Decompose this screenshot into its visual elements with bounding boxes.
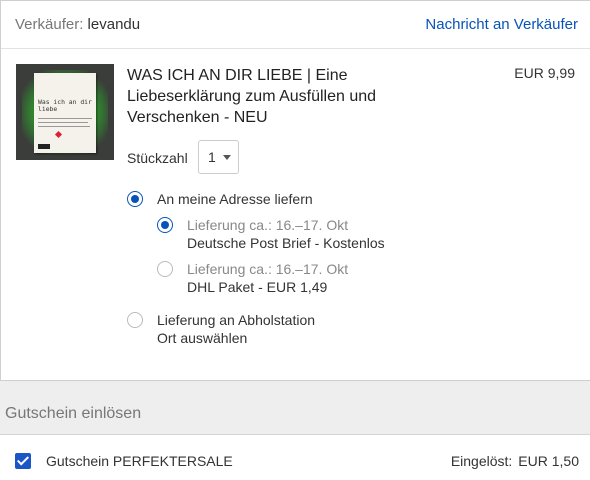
coupon-status-label: Eingelöst: xyxy=(450,453,513,469)
chevron-down-icon xyxy=(223,155,231,160)
seller-label-text: Verkäufer: xyxy=(15,16,84,33)
shipping-eta-2: Lieferung ca.: 16.–17. Okt xyxy=(187,261,349,277)
item-thumbnail[interactable]: Was ich an dir liebe xyxy=(16,64,114,160)
seller-label: Verkäufer: levandu xyxy=(15,16,140,33)
seller-item-card: Verkäufer: levandu Nachricht an Verkäufe… xyxy=(0,0,590,381)
coupon-heading: Gutschein einlösen xyxy=(5,405,142,422)
seller-name: levandu xyxy=(87,16,141,33)
coupon-amount: EUR 1,50 xyxy=(518,453,579,469)
publisher-logo xyxy=(38,144,50,149)
item-title[interactable]: WAS ICH AN DIR LIEBE | Eine Liebeserklär… xyxy=(127,65,417,128)
shipping-method-1: Deutsche Post Brief - Kostenlos xyxy=(187,235,385,251)
radio-pickup-station[interactable] xyxy=(127,312,143,328)
coupon-row: Gutschein PERFEKTERSALE Eingelöst: EUR 1,… xyxy=(0,434,590,480)
contact-seller-link[interactable]: Nachricht an Verkäufer xyxy=(425,16,578,33)
shipping-method-2: DHL Paket - EUR 1,49 xyxy=(187,279,328,295)
pickup-station-label: Lieferung an Abholstation xyxy=(157,312,316,328)
quantity-select[interactable]: 1 xyxy=(198,140,239,174)
heart-icon xyxy=(54,130,63,139)
coupon-status: Eingelöst: EUR 1,50 xyxy=(451,453,579,469)
shipping-eta-1: Lieferung ca.: 16.–17. Okt xyxy=(187,217,349,233)
seller-row: Verkäufer: levandu Nachricht an Verkäufe… xyxy=(1,1,590,49)
deliver-to-address-label: An meine Adresse liefern xyxy=(157,191,313,207)
quantity-label: Stückzahl xyxy=(127,150,188,166)
quantity-value: 1 xyxy=(208,149,216,165)
coupon-name: Gutschein PERFEKTERSALE xyxy=(46,453,233,469)
book-cover-image: Was ich an dir liebe xyxy=(34,73,96,153)
item-price: EUR 9,99 xyxy=(514,65,575,81)
book-cover-title: Was ich an dir liebe xyxy=(38,98,92,113)
radio-deliver-to-address[interactable] xyxy=(127,191,143,207)
choose-location-link[interactable]: Ort auswählen xyxy=(157,329,247,347)
radio-dhl-paket[interactable] xyxy=(157,261,173,277)
radio-deutsche-post-brief[interactable] xyxy=(157,217,173,233)
coupon-checkbox[interactable] xyxy=(15,453,31,469)
